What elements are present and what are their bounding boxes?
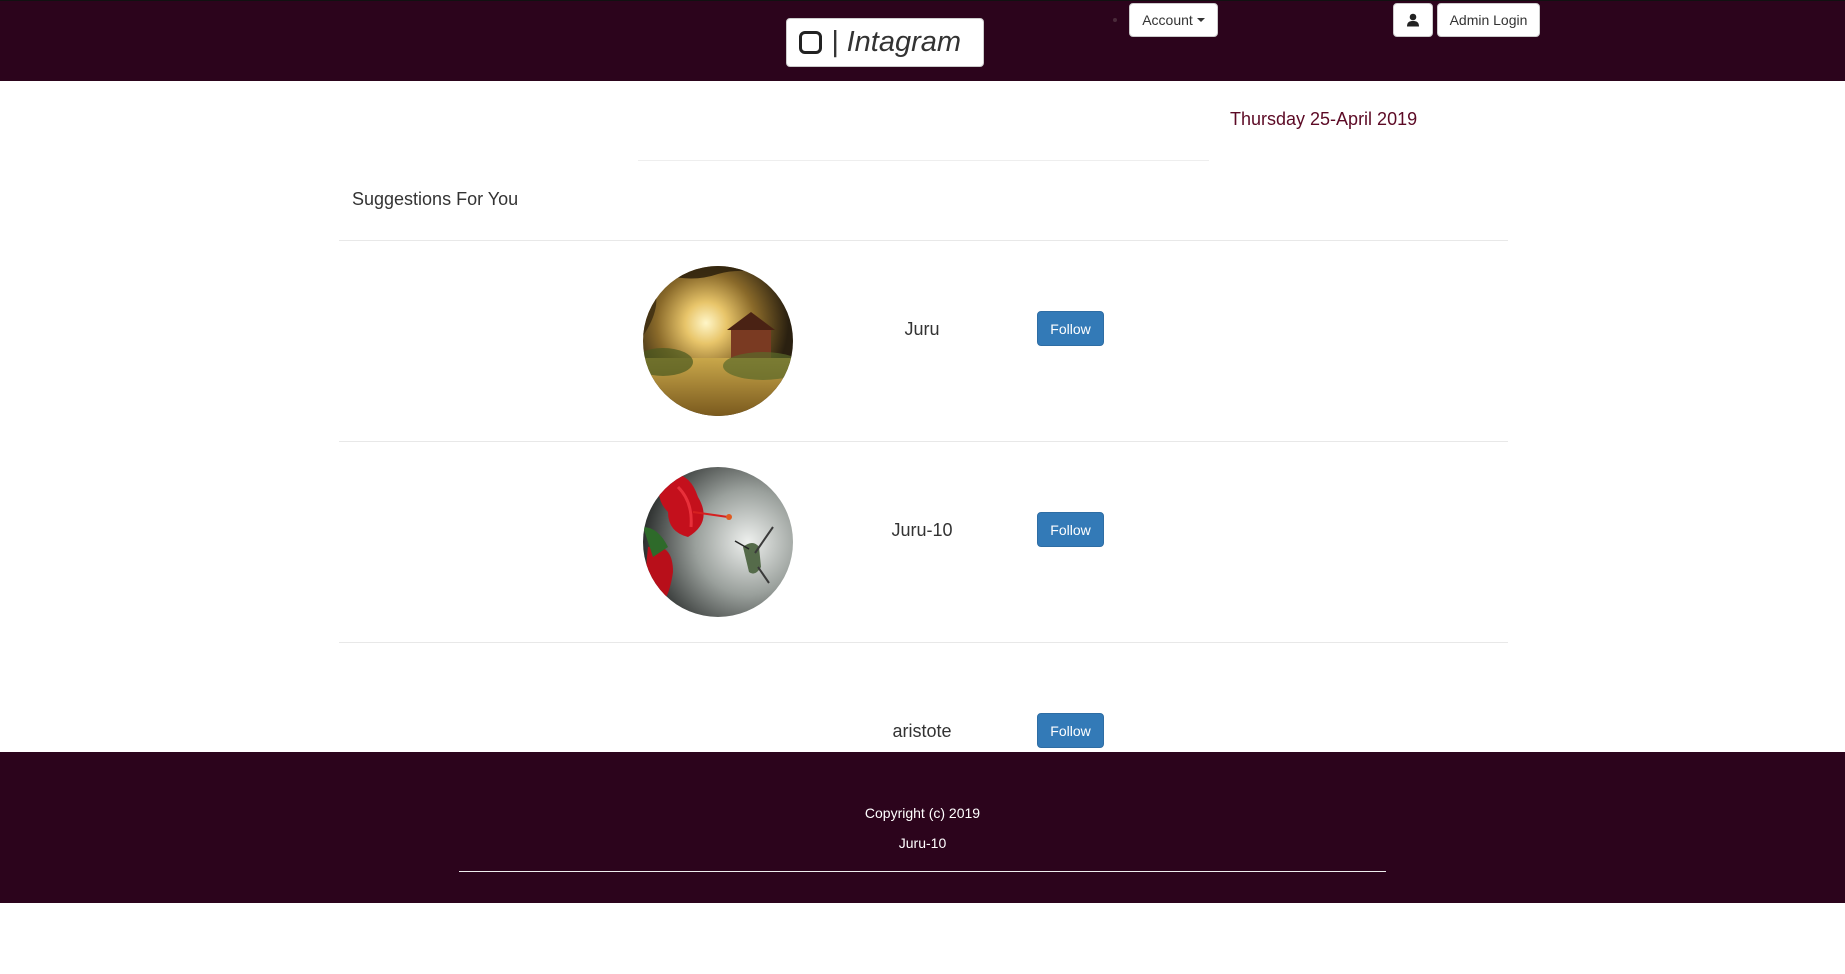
footer-divider: [459, 871, 1386, 872]
admin-login-button[interactable]: Admin Login: [1437, 3, 1540, 37]
current-date: Thursday 25-April 2019: [1230, 109, 1418, 129]
footer-author: Juru-10: [898, 835, 947, 851]
user-icon: [1407, 13, 1419, 27]
avatar[interactable]: [643, 467, 793, 617]
suggestion-username[interactable]: Juru-10: [852, 520, 992, 541]
hibiscus-hummingbird-image: [643, 467, 793, 617]
footer: Copyright (c) 2019 Juru-10: [0, 752, 1845, 903]
nav-separator-dot: [1113, 18, 1117, 22]
divider: [339, 642, 1508, 643]
account-label: Account: [1142, 12, 1193, 28]
follow-button[interactable]: Follow: [1037, 512, 1104, 547]
divider: [339, 240, 1508, 241]
follow-button[interactable]: Follow: [1037, 713, 1104, 748]
chevron-down-icon: [1196, 18, 1205, 22]
sunlit-garden-image: [643, 266, 793, 416]
user-profile-button[interactable]: [1393, 3, 1433, 37]
brand-logo-link[interactable]: | Intagram: [786, 18, 984, 67]
avatar[interactable]: [643, 266, 793, 416]
suggestion-username[interactable]: Juru: [852, 319, 992, 340]
copyright-text: Copyright (c) 2019: [864, 805, 981, 821]
section-title: Suggestions For You: [352, 189, 519, 209]
follow-button[interactable]: Follow: [1037, 311, 1104, 346]
divider: [339, 441, 1508, 442]
top-navbar: | Intagram Account Admin Login: [0, 0, 1845, 81]
instagram-logo-icon: [799, 31, 822, 54]
account-dropdown-button[interactable]: Account: [1129, 3, 1218, 37]
brand-name: | Intagram: [831, 26, 962, 58]
divider: [638, 160, 1209, 161]
suggestion-username[interactable]: aristote: [852, 721, 992, 742]
admin-login-label: Admin Login: [1449, 12, 1528, 28]
